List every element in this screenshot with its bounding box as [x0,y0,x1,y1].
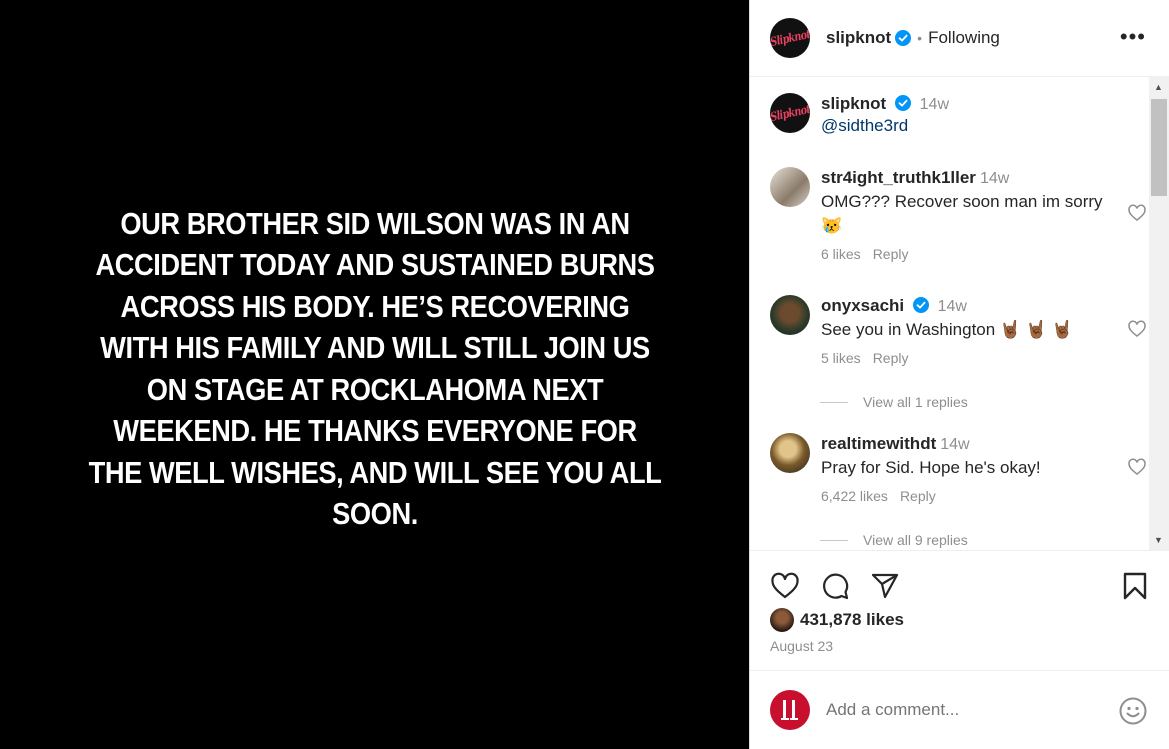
caption-username[interactable]: slipknot [821,94,886,113]
caption-item: Slipknot slipknot 14w @sidthe3rd [770,93,1120,136]
comment-icon[interactable] [820,571,850,601]
slipknot-logo: Slipknot [770,101,810,125]
scroll-down-arrow-icon[interactable]: ▼ [1154,535,1163,545]
verified-icon [895,30,912,46]
share-icon[interactable] [870,571,900,601]
replies-divider [820,401,848,403]
caption-time: 14w [919,96,949,113]
following-button[interactable]: Following [928,28,1000,48]
comment-time: 14w [937,298,967,315]
post-header: Slipknot slipknot • Following ••• [750,0,1169,77]
like-comment-heart-icon[interactable] [1127,457,1147,477]
bookmark-icon[interactable] [1120,571,1150,601]
comment-item: onyxsachi 14w See you in Washington 🤘🏾 🤘… [770,295,1146,366]
add-comment-input[interactable] [826,700,1106,720]
post-media[interactable]: OUR BROTHER SID WILSON WAS IN AN ACCIDEN… [0,0,749,749]
scrollbar-thumb[interactable] [1151,99,1167,196]
liker-avatar [770,608,794,632]
view-replies-label: View all 1 replies [863,394,968,410]
author-avatar[interactable]: Slipknot [770,18,810,58]
commenter-avatar[interactable] [770,433,810,473]
view-replies-button[interactable]: View all 9 replies [820,532,968,548]
view-replies-label: View all 9 replies [863,532,968,548]
likes-row[interactable]: 431,878 likes [770,608,904,632]
replies-divider [820,539,848,541]
caption-avatar[interactable]: Slipknot [770,93,810,133]
comment-time: 14w [940,436,970,453]
scroll-up-arrow-icon[interactable]: ▲ [1154,82,1163,92]
separator-dot: • [917,30,923,46]
post-date[interactable]: August 23 [770,638,833,654]
verified-icon [912,297,929,313]
commenter-username[interactable]: str4ight_truthk1ller [821,168,976,187]
commenter-username[interactable]: realtimewithdt [821,434,936,453]
reply-button[interactable]: Reply [900,488,936,504]
emoji-icon[interactable] [1118,696,1148,726]
commenter-avatar[interactable] [770,295,810,335]
like-comment-heart-icon[interactable] [1127,203,1147,223]
reply-button[interactable]: Reply [873,246,909,262]
comments-list[interactable]: Slipknot slipknot 14w @sidthe3rd str4igh… [750,77,1169,550]
commenter-avatar[interactable] [770,167,810,207]
comment-text: OMG??? Recover soon man im sorry 😿 [821,192,1103,235]
like-comment-heart-icon[interactable] [1127,319,1147,339]
comment-likes[interactable]: 6 likes [821,246,861,262]
more-icon[interactable]: ••• [1120,26,1146,48]
comment-item: str4ight_truthk1ller 14w OMG??? Recover s… [770,167,1146,262]
slipknot-logo: Slipknot [770,26,810,50]
post-image-text: OUR BROTHER SID WILSON WAS IN AN ACCIDEN… [88,205,661,532]
author-username[interactable]: slipknot [826,28,891,48]
like-heart-icon[interactable] [770,571,800,601]
comment-item: realtimewithdt 14w Pray for Sid. Hope he'… [770,433,1146,504]
reply-button[interactable]: Reply [873,350,909,366]
caption-mention-link[interactable]: @sidthe3rd [821,116,1120,136]
comment-text: Pray for Sid. Hope he's okay! [821,458,1041,477]
comments-scrollbar[interactable]: ▲ ▼ [1149,77,1169,550]
my-avatar [770,690,810,730]
commenter-username[interactable]: onyxsachi [821,296,904,315]
verified-icon [894,95,911,111]
likes-count[interactable]: 431,878 likes [800,610,904,630]
comment-likes[interactable]: 5 likes [821,350,861,366]
profile-logo-icon [781,700,798,720]
view-replies-button[interactable]: View all 1 replies [820,394,968,410]
comment-time: 14w [979,170,1010,187]
comment-text: See you in Washington 🤘🏾 🤘🏾 🤘🏾 [821,320,1073,339]
add-comment-row [750,670,1169,749]
comment-likes[interactable]: 6,422 likes [821,488,888,504]
post-side-panel: Slipknot slipknot • Following ••• Slipkn… [749,0,1169,749]
